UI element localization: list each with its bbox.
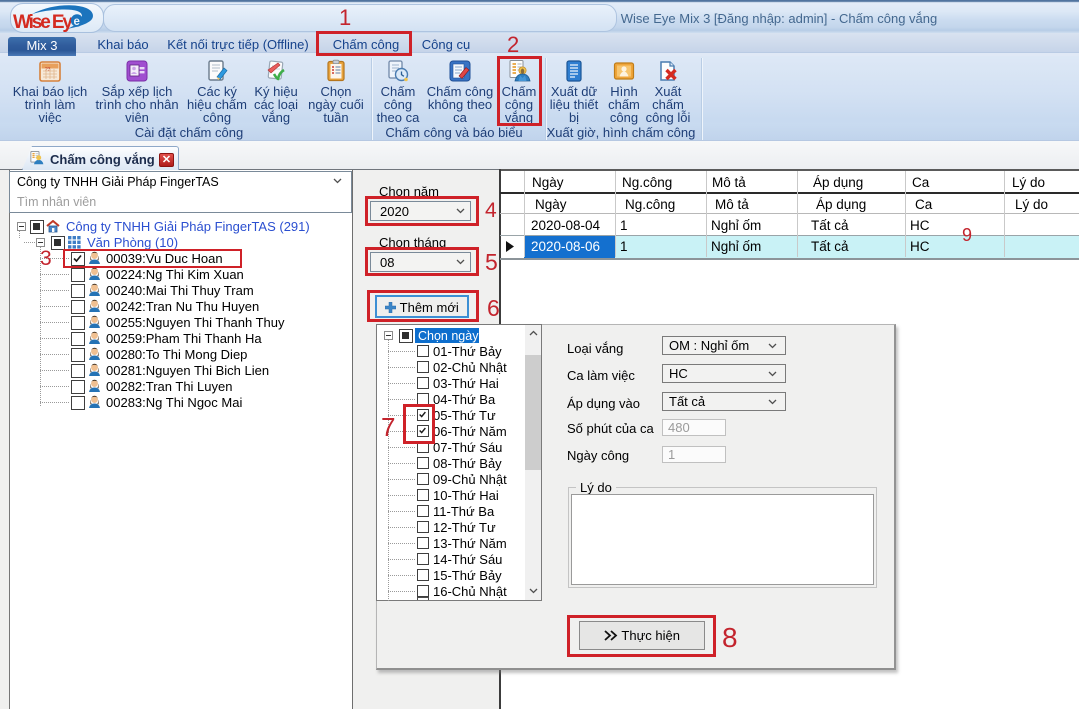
svg-text:Wise Ey: Wise Ey (13, 12, 73, 33)
svg-text:e: e (74, 16, 80, 28)
